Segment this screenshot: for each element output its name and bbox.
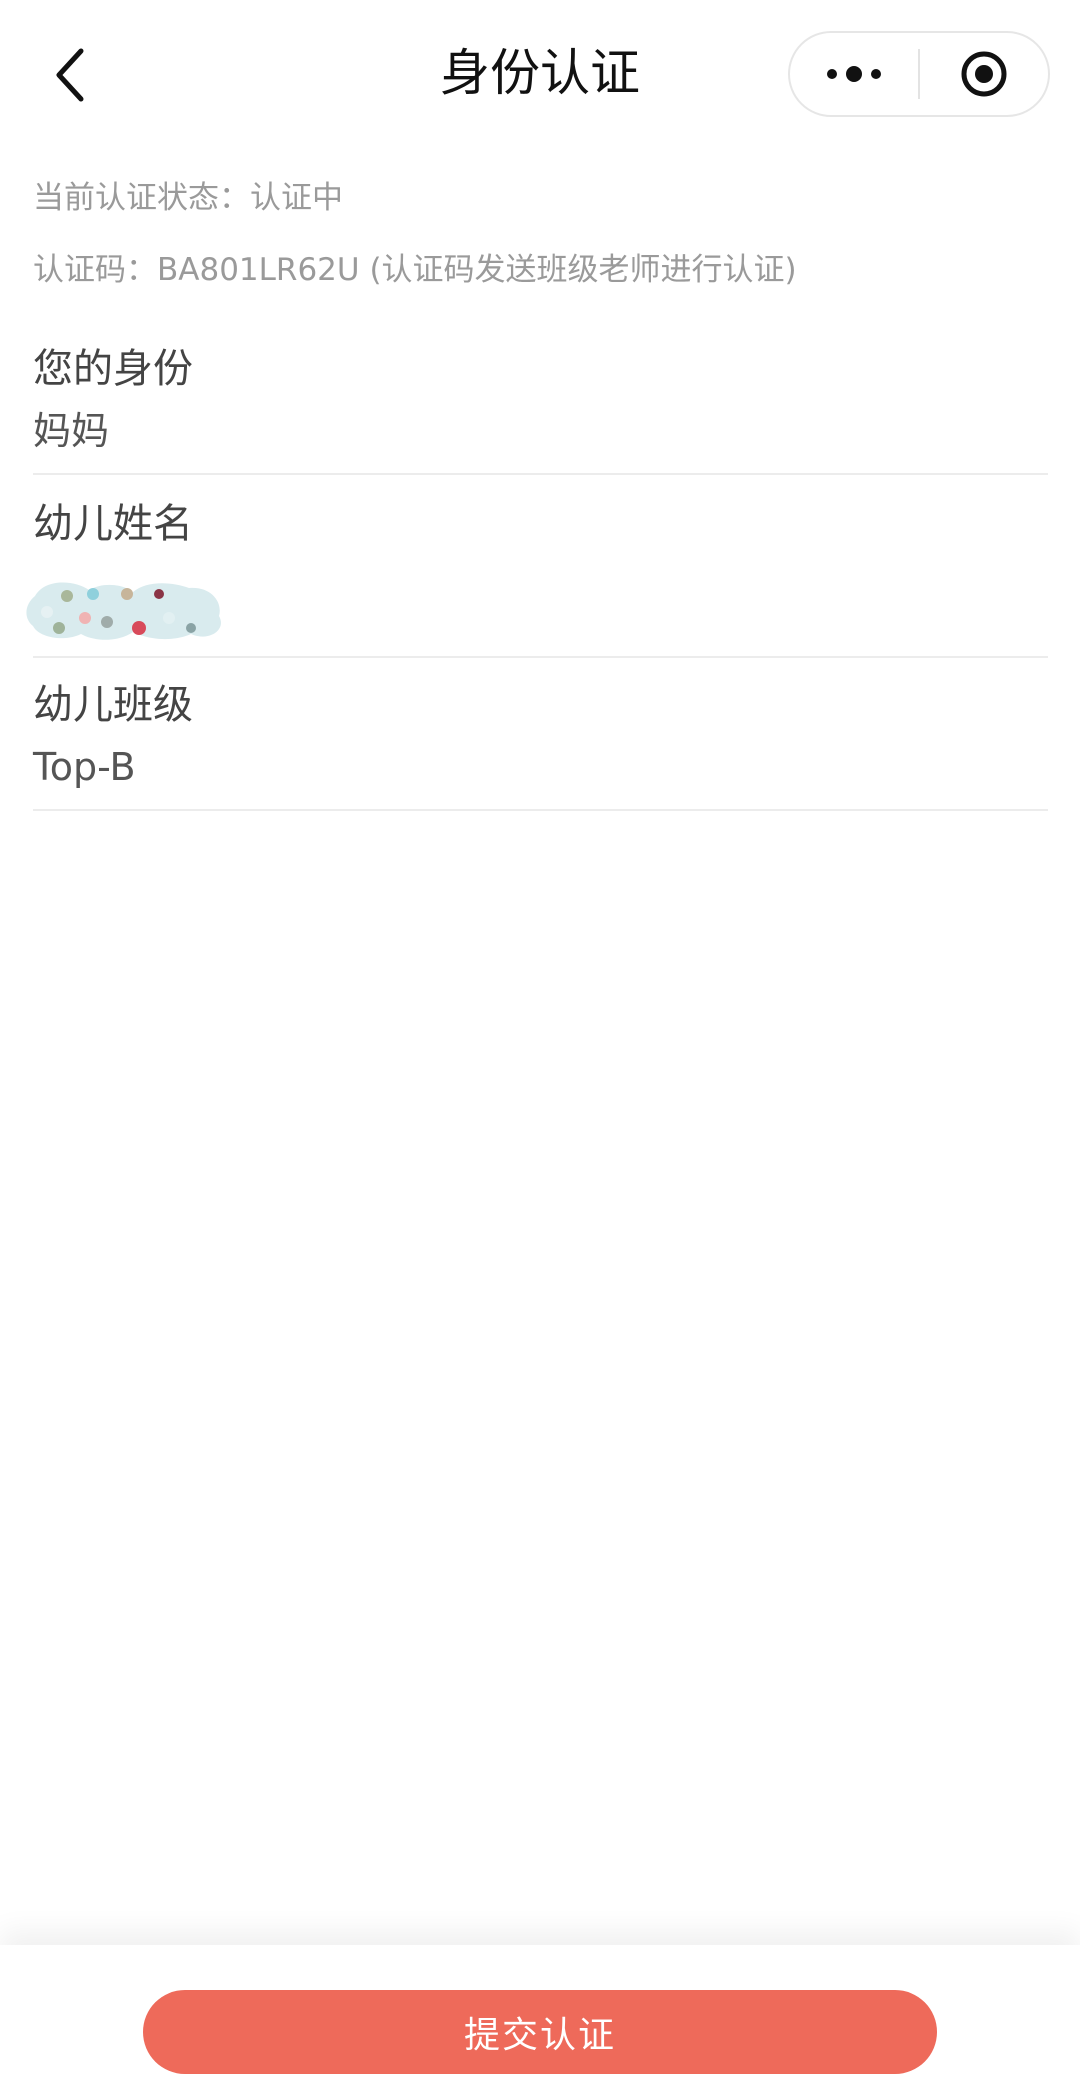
child-class-value: Top-B [33,745,136,789]
auth-status-text: 当前认证状态：认证中 [33,180,343,216]
miniprogram-capsule [788,31,1050,117]
child-name-label: 幼儿姓名 [33,501,193,547]
child-class-field[interactable]: 幼儿班级 Top-B [33,677,1048,811]
bottom-action-bar: 提交认证 [0,1945,1080,2087]
child-class-label: 幼儿班级 [33,682,193,728]
redacted-name-mosaic [26,582,221,640]
submit-button[interactable]: 提交认证 [143,1990,937,2074]
identity-label: 您的身份 [33,346,193,392]
more-dots-icon [827,66,881,82]
nav-bar: 身份认证 [0,0,1080,150]
target-close-icon [961,51,1007,97]
close-button[interactable] [920,33,1048,115]
auth-code-text: 认证码：BA801LR62U (认证码发送班级老师进行认证) [33,252,797,288]
identity-value: 妈妈 [33,409,110,453]
more-button[interactable] [790,33,918,115]
child-name-field[interactable]: 幼儿姓名 [26,496,1048,658]
identity-field[interactable]: 您的身份 妈妈 [33,341,1048,475]
